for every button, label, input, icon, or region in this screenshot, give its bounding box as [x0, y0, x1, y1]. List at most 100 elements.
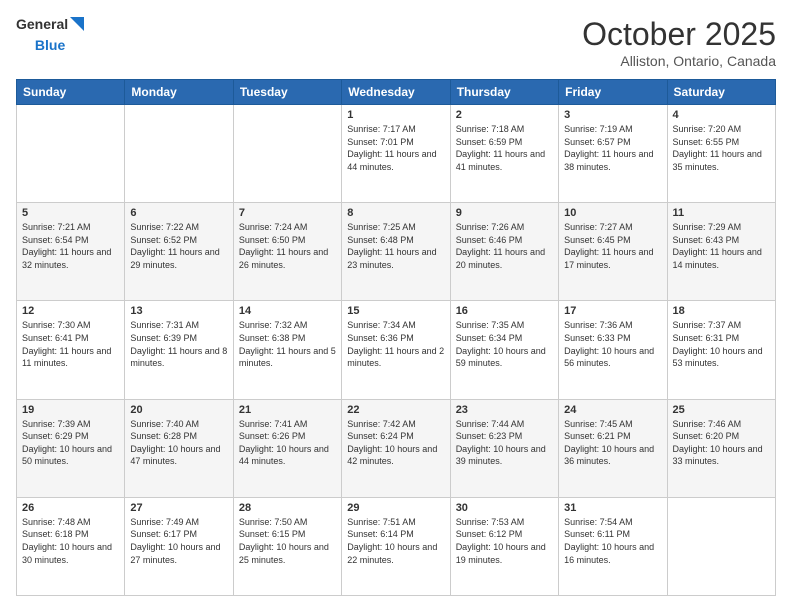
calendar-table: Sunday Monday Tuesday Wednesday Thursday…: [16, 79, 776, 596]
calendar-cell: 29Sunrise: 7:51 AM Sunset: 6:14 PM Dayli…: [342, 497, 450, 595]
calendar-cell: 2 Sunrise: 7:18 AM Sunset: 6:59 PM Daylig…: [450, 105, 558, 203]
day-number: 27: [130, 502, 227, 514]
day-number: 17: [564, 305, 661, 317]
day-number: 11: [673, 207, 770, 219]
logo: General Blue: [16, 16, 84, 54]
day-info: Sunrise: 7:37 AM Sunset: 6:31 PM Dayligh…: [673, 319, 770, 369]
day-info: Sunrise: 7:50 AM Sunset: 6:15 PM Dayligh…: [239, 516, 336, 566]
day-number: 14: [239, 305, 336, 317]
col-tuesday: Tuesday: [233, 80, 341, 105]
calendar-cell: 31 Sunrise: 7:54 AM Sunset: 6:11 PM Dayli…: [559, 497, 667, 595]
day-info: Sunrise: 7:25 AM Sunset: 6:48 PM Dayligh…: [347, 221, 444, 271]
calendar-cell: 20Sunrise: 7:40 AM Sunset: 6:28 PM Dayli…: [125, 399, 233, 497]
calendar-cell: 1Sunrise: 7:17 AM Sunset: 7:01 PM Daylig…: [342, 105, 450, 203]
day-info: Sunrise: 7:49 AM Sunset: 6:17 PM Dayligh…: [130, 516, 227, 566]
day-info: Sunrise: 7:41 AM Sunset: 6:26 PM Dayligh…: [239, 418, 336, 468]
calendar-cell: 22Sunrise: 7:42 AM Sunset: 6:24 PM Dayli…: [342, 399, 450, 497]
day-number: 16: [456, 305, 553, 317]
page: General Blue October 2025 Alliston, Ontar…: [0, 0, 792, 612]
calendar-cell: 16Sunrise: 7:35 AM Sunset: 6:34 PM Dayli…: [450, 301, 558, 399]
title-block: October 2025 Alliston, Ontario, Canada: [582, 16, 776, 69]
calendar-cell: 9 Sunrise: 7:26 AM Sunset: 6:46 PM Daylig…: [450, 203, 558, 301]
day-info: Sunrise: 7:21 AM Sunset: 6:54 PM Dayligh…: [22, 221, 119, 271]
calendar-week-4: 26 Sunrise: 7:48 AM Sunset: 6:18 PM Dayli…: [17, 497, 776, 595]
calendar-cell: 8 Sunrise: 7:25 AM Sunset: 6:48 PM Daylig…: [342, 203, 450, 301]
calendar-cell: 19Sunrise: 7:39 AM Sunset: 6:29 PM Dayli…: [17, 399, 125, 497]
day-info: Sunrise: 7:18 AM Sunset: 6:59 PM Dayligh…: [456, 123, 553, 173]
day-info: Sunrise: 7:45 AM Sunset: 6:21 PM Dayligh…: [564, 418, 661, 468]
day-info: Sunrise: 7:53 AM Sunset: 6:12 PM Dayligh…: [456, 516, 553, 566]
day-number: 24: [564, 404, 661, 416]
day-number: 19: [22, 404, 119, 416]
header-row: Sunday Monday Tuesday Wednesday Thursday…: [17, 80, 776, 105]
day-number: 6: [130, 207, 227, 219]
calendar-cell: 23Sunrise: 7:44 AM Sunset: 6:23 PM Dayli…: [450, 399, 558, 497]
logo-line2: Blue: [35, 37, 65, 54]
day-number: 30: [456, 502, 553, 514]
day-number: 15: [347, 305, 444, 317]
day-info: Sunrise: 7:22 AM Sunset: 6:52 PM Dayligh…: [130, 221, 227, 271]
calendar-cell: [667, 497, 775, 595]
day-number: 4: [673, 109, 770, 121]
calendar-subtitle: Alliston, Ontario, Canada: [582, 53, 776, 69]
day-number: 5: [22, 207, 119, 219]
calendar-cell: [233, 105, 341, 203]
day-info: Sunrise: 7:30 AM Sunset: 6:41 PM Dayligh…: [22, 319, 119, 369]
day-number: 23: [456, 404, 553, 416]
col-wednesday: Wednesday: [342, 80, 450, 105]
day-number: 10: [564, 207, 661, 219]
col-monday: Monday: [125, 80, 233, 105]
day-number: 13: [130, 305, 227, 317]
day-info: Sunrise: 7:17 AM Sunset: 7:01 PM Dayligh…: [347, 123, 444, 173]
day-info: Sunrise: 7:36 AM Sunset: 6:33 PM Dayligh…: [564, 319, 661, 369]
day-info: Sunrise: 7:20 AM Sunset: 6:55 PM Dayligh…: [673, 123, 770, 173]
calendar-cell: 14 Sunrise: 7:32 AM Sunset: 6:38 PM Dayli…: [233, 301, 341, 399]
calendar-cell: 11 Sunrise: 7:29 AM Sunset: 6:43 PM Dayli…: [667, 203, 775, 301]
day-info: Sunrise: 7:24 AM Sunset: 6:50 PM Dayligh…: [239, 221, 336, 271]
day-number: 26: [22, 502, 119, 514]
calendar-cell: 12 Sunrise: 7:30 AM Sunset: 6:41 PM Dayli…: [17, 301, 125, 399]
calendar-cell: 27 Sunrise: 7:49 AM Sunset: 6:17 PM Dayli…: [125, 497, 233, 595]
logo-line1: General: [16, 16, 84, 33]
day-info: Sunrise: 7:19 AM Sunset: 6:57 PM Dayligh…: [564, 123, 661, 173]
calendar-cell: 5 Sunrise: 7:21 AM Sunset: 6:54 PM Daylig…: [17, 203, 125, 301]
day-info: Sunrise: 7:31 AM Sunset: 6:39 PM Dayligh…: [130, 319, 227, 369]
calendar-cell: 24 Sunrise: 7:45 AM Sunset: 6:21 PM Dayli…: [559, 399, 667, 497]
calendar-cell: 21Sunrise: 7:41 AM Sunset: 6:26 PM Dayli…: [233, 399, 341, 497]
day-number: 2: [456, 109, 553, 121]
calendar-cell: [125, 105, 233, 203]
col-friday: Friday: [559, 80, 667, 105]
day-info: Sunrise: 7:46 AM Sunset: 6:20 PM Dayligh…: [673, 418, 770, 468]
calendar-week-1: 5 Sunrise: 7:21 AM Sunset: 6:54 PM Daylig…: [17, 203, 776, 301]
day-info: Sunrise: 7:34 AM Sunset: 6:36 PM Dayligh…: [347, 319, 444, 369]
day-info: Sunrise: 7:26 AM Sunset: 6:46 PM Dayligh…: [456, 221, 553, 271]
calendar-cell: 3Sunrise: 7:19 AM Sunset: 6:57 PM Daylig…: [559, 105, 667, 203]
calendar-cell: 25 Sunrise: 7:46 AM Sunset: 6:20 PM Dayli…: [667, 399, 775, 497]
calendar-cell: 4 Sunrise: 7:20 AM Sunset: 6:55 PM Daylig…: [667, 105, 775, 203]
day-info: Sunrise: 7:54 AM Sunset: 6:11 PM Dayligh…: [564, 516, 661, 566]
day-number: 9: [456, 207, 553, 219]
calendar-cell: 15 Sunrise: 7:34 AM Sunset: 6:36 PM Dayli…: [342, 301, 450, 399]
day-number: 12: [22, 305, 119, 317]
day-number: 18: [673, 305, 770, 317]
day-number: 31: [564, 502, 661, 514]
col-thursday: Thursday: [450, 80, 558, 105]
calendar-cell: 13 Sunrise: 7:31 AM Sunset: 6:39 PM Dayli…: [125, 301, 233, 399]
calendar-cell: 6 Sunrise: 7:22 AM Sunset: 6:52 PM Daylig…: [125, 203, 233, 301]
calendar-cell: [17, 105, 125, 203]
day-info: Sunrise: 7:51 AM Sunset: 6:14 PM Dayligh…: [347, 516, 444, 566]
day-info: Sunrise: 7:48 AM Sunset: 6:18 PM Dayligh…: [22, 516, 119, 566]
day-info: Sunrise: 7:32 AM Sunset: 6:38 PM Dayligh…: [239, 319, 336, 369]
col-saturday: Saturday: [667, 80, 775, 105]
calendar-title: October 2025: [582, 16, 776, 53]
calendar-week-0: 1Sunrise: 7:17 AM Sunset: 7:01 PM Daylig…: [17, 105, 776, 203]
day-number: 8: [347, 207, 444, 219]
day-info: Sunrise: 7:29 AM Sunset: 6:43 PM Dayligh…: [673, 221, 770, 271]
calendar-cell: 28Sunrise: 7:50 AM Sunset: 6:15 PM Dayli…: [233, 497, 341, 595]
day-info: Sunrise: 7:42 AM Sunset: 6:24 PM Dayligh…: [347, 418, 444, 468]
calendar-cell: 17 Sunrise: 7:36 AM Sunset: 6:33 PM Dayli…: [559, 301, 667, 399]
day-number: 25: [673, 404, 770, 416]
day-info: Sunrise: 7:27 AM Sunset: 6:45 PM Dayligh…: [564, 221, 661, 271]
calendar-cell: 26 Sunrise: 7:48 AM Sunset: 6:18 PM Dayli…: [17, 497, 125, 595]
calendar-week-3: 19Sunrise: 7:39 AM Sunset: 6:29 PM Dayli…: [17, 399, 776, 497]
